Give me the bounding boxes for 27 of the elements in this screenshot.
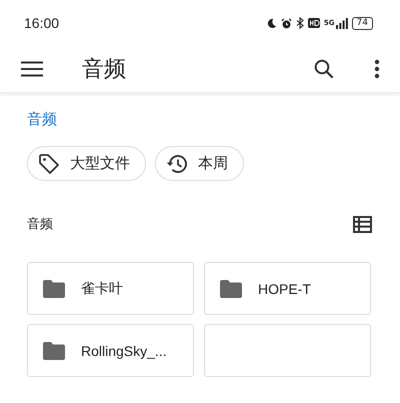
- folder-name: 雀卡叶: [81, 280, 123, 298]
- search-icon[interactable]: [314, 59, 334, 79]
- toolbar-title: 音频: [82, 56, 127, 84]
- folder-icon: [220, 280, 242, 298]
- history-icon: [166, 152, 188, 174]
- filter-chip[interactable]: 本周: [155, 146, 244, 181]
- section-title: 音频: [27, 216, 53, 233]
- status-time: 16:00: [24, 15, 60, 31]
- folder-icon: [43, 280, 65, 298]
- menu-icon[interactable]: [21, 61, 43, 77]
- folder-name: RollingSky_...: [81, 342, 167, 358]
- moon-icon: [266, 18, 277, 28]
- alarm-icon: [280, 18, 292, 28]
- bluetooth-icon: [296, 17, 304, 29]
- folder-card[interactable]: 雀卡叶: [27, 262, 194, 315]
- breadcrumb-link[interactable]: 音频: [27, 110, 57, 128]
- folder-icon: [43, 342, 65, 360]
- folder-card[interactable]: HOPE-T: [204, 262, 371, 315]
- folder-card[interactable]: RollingSky_...: [27, 324, 194, 377]
- folder-name: HOPE-T: [258, 280, 311, 296]
- tag-icon: [38, 152, 60, 174]
- more-options-icon[interactable]: [374, 59, 380, 79]
- list-view-icon[interactable]: [353, 216, 372, 232]
- filter-chip[interactable]: 大型文件: [27, 146, 146, 181]
- battery-indicator: 74: [352, 16, 373, 30]
- signal-icon: [336, 18, 348, 28]
- hd-icon: [308, 18, 320, 28]
